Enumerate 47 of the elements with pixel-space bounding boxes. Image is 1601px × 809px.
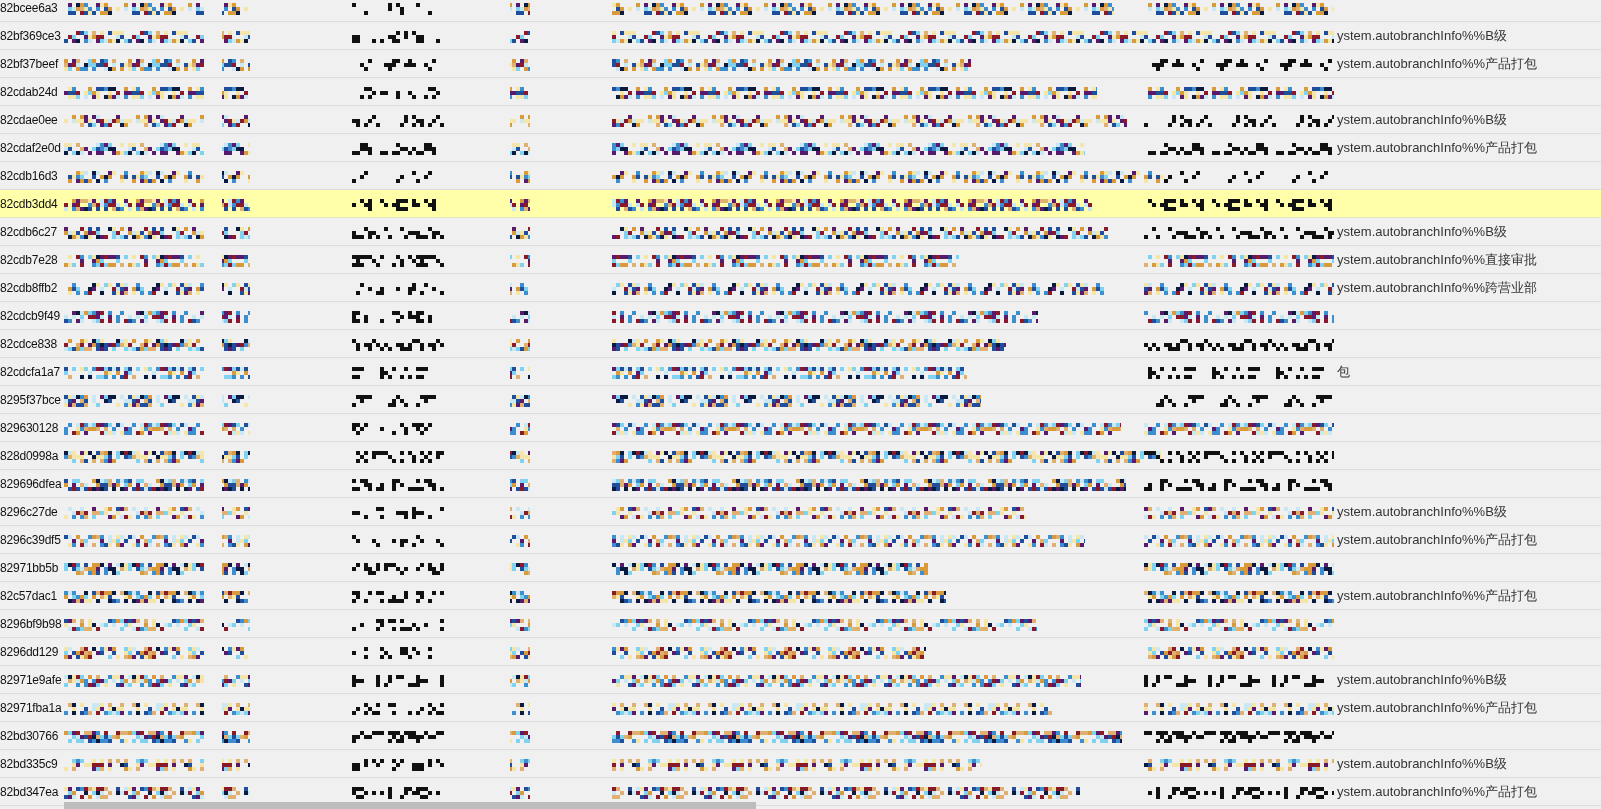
table-cell-text: 828d0998a [0,447,60,465]
table-cell-text: 82971bb5b [0,559,60,577]
table-cell-text: 82c57dac1 [0,587,58,605]
table-cell-text: ystem.autobranchInfo%%直接审批 [1337,250,1538,269]
table-cell-text: 82cdae0ee [0,111,59,129]
table-cell-text: ystem.autobranchInfo%%产品打包 [1337,698,1538,717]
table-cell-text: ystem.autobranchInfo%%B级 [1337,26,1507,45]
table-cell-text: ystem.autobranchInfo%%产品打包 [1337,138,1538,157]
table-cell-text: 82cdb16d3 [0,167,59,185]
table-cell-text: 82cdb6c27 [0,223,58,241]
table-cell-text: 8296bf9b98 [0,615,63,633]
table-cell-text: 82bf37beef [0,55,60,73]
table-cell-text: ystem.autobranchInfo%%B级 [1337,502,1507,521]
table-row[interactable]: 82cdb3dd4 [0,190,1601,218]
table-cell-text: 82bd30766 [0,727,60,745]
table-cell-text: 82cdcfa1a7 [0,363,62,381]
table-cell-text: 82cdce838 [0,335,58,353]
table-cell-text: ystem.autobranchInfo%%B级 [1337,110,1507,129]
table-cell-text: 82971e9afe [0,671,63,689]
table-cell-text: 82971fba1a [0,699,63,717]
table-cell-text: ystem.autobranchInfo%%跨营业部 [1337,278,1538,297]
table-cell-text: 82bcee6a3 [0,0,59,17]
table-cell-text: 82bd347ea [0,783,60,801]
table-cell-text: ystem.autobranchInfo%%B级 [1337,670,1507,689]
table-cell-text: 8295f37bce [0,391,62,409]
table-cell-text: ystem.autobranchInfo%%产品打包 [1337,530,1538,549]
table-cell-text: ystem.autobranchInfo%%B级 [1337,222,1507,241]
table-cell-text: 8296c27de [0,503,59,521]
table-cell-text: 82bf369ce3 [0,27,62,45]
table-cell-text: 82cdb3dd4 [0,195,59,213]
table-cell-text: 82cdb7e28 [0,251,59,269]
table-cell-text: ystem.autobranchInfo%%产品打包 [1337,54,1538,73]
table-cell-text: 829696dfea [0,475,63,493]
scrollbar[interactable] [64,802,756,809]
table-row[interactable]: 82bcee6a3 [0,0,1601,22]
table-cell-text: ystem.autobranchInfo%%B级 [1337,754,1507,773]
table-cell-text: 82bd335c9 [0,755,59,773]
table-cell-text: 包 [1337,362,1350,381]
table-cell-text: 82cdb8ffb2 [0,279,59,297]
table-cell-text: ystem.autobranchInfo%%产品打包 [1337,586,1538,605]
table-cell-text: 82cdaf2e0d [0,139,62,157]
table-cell-text: 829630128 [0,419,60,437]
table-cell-text: 82cdab24d [0,83,59,101]
table-cell-text: 82cdcb9f49 [0,307,62,325]
table-cell-text: 8296dd129 [0,643,60,661]
table-cell-text: 8296c39df5 [0,531,62,549]
table-cell-text: ystem.autobranchInfo%%产品打包 [1337,782,1538,801]
